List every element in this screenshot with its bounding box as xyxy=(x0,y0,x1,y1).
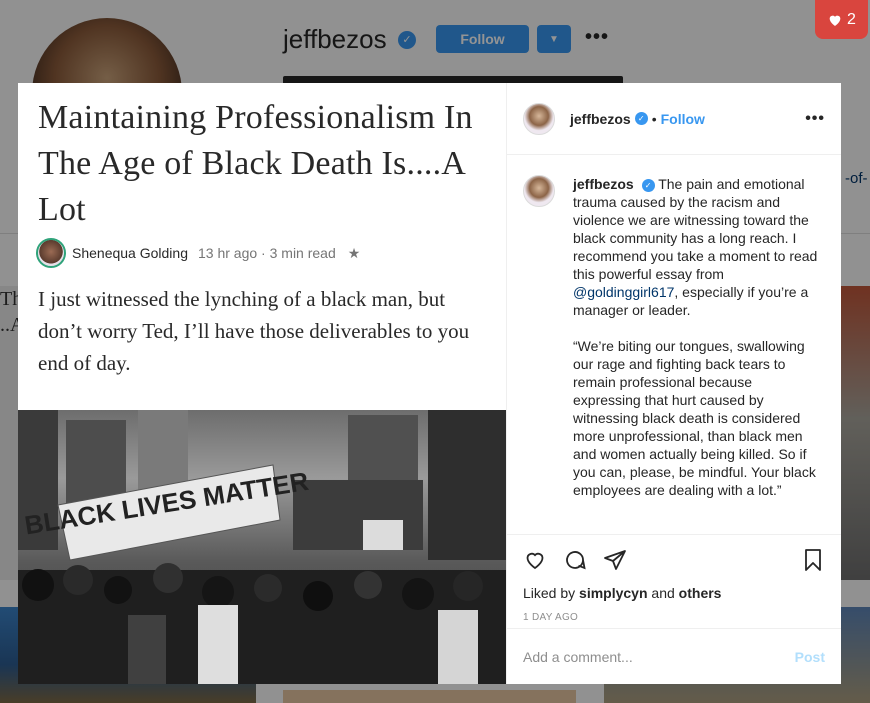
caption-quote: “We’re biting our tongues, swallowing ou… xyxy=(573,338,816,498)
like-notification-badge[interactable]: 2 xyxy=(815,0,868,39)
liked-by-others[interactable]: others xyxy=(679,585,722,601)
like-count: 2 xyxy=(847,10,856,28)
post-actions: Liked by simplycyn and others 1 DAY AGO xyxy=(507,534,841,623)
post-author-avatar[interactable] xyxy=(523,102,555,135)
liked-by: Liked by simplycyn and others xyxy=(523,585,825,601)
heart-icon[interactable] xyxy=(523,548,547,572)
share-icon[interactable] xyxy=(603,548,627,572)
more-options-icon[interactable]: ••• xyxy=(805,110,825,128)
protest-photo: BLACK LIVES MATTER xyxy=(18,410,506,684)
liked-by-user[interactable]: simplycyn xyxy=(579,585,647,601)
star-icon: ★ xyxy=(347,244,361,261)
mention-link[interactable]: @goldinggirl617 xyxy=(573,284,674,300)
author-avatar xyxy=(36,238,66,268)
article-body: I just witnessed the lynching of a black… xyxy=(38,287,470,375)
post-comment-button[interactable]: Post xyxy=(795,649,825,665)
post-header: jeffbezos ✓ • Follow ••• xyxy=(507,83,841,155)
comments-area[interactable]: jeffbezos ✓ The pain and emotional traum… xyxy=(507,163,841,534)
caption-text: jeffbezos ✓ The pain and emotional traum… xyxy=(573,175,818,499)
liked-by-prefix: Liked by xyxy=(523,585,576,601)
verified-badge-icon: ✓ xyxy=(641,178,655,192)
heart-icon xyxy=(829,15,841,26)
bookmark-icon[interactable] xyxy=(801,548,825,572)
caption-username[interactable]: jeffbezos xyxy=(573,176,634,192)
comment-input[interactable] xyxy=(523,648,795,665)
comment-form: Post xyxy=(507,628,841,684)
post-author-username[interactable]: jeffbezos xyxy=(570,111,631,127)
post-modal: Maintaining Professionalism In The Age o… xyxy=(18,83,841,684)
post-image[interactable]: Maintaining Professionalism In The Age o… xyxy=(18,83,506,684)
caption-author-avatar[interactable] xyxy=(523,175,555,207)
separator-dot: • xyxy=(651,110,657,127)
article-meta: 13 hr ago · 3 min read xyxy=(198,245,336,261)
author-name: Shenequa Golding xyxy=(72,245,188,261)
liked-by-and: and xyxy=(651,585,675,601)
post-timestamp[interactable]: 1 DAY AGO xyxy=(523,612,825,623)
article-title: Maintaining Professionalism In The Age o… xyxy=(38,99,473,228)
article-author-row: Shenequa Golding 13 hr ago · 3 min read … xyxy=(36,238,360,268)
action-icons xyxy=(523,545,825,575)
follow-button[interactable]: Follow xyxy=(661,111,705,127)
verified-badge-icon: ✓ xyxy=(634,112,648,125)
caption: jeffbezos ✓ The pain and emotional traum… xyxy=(523,175,825,499)
comment-icon[interactable] xyxy=(563,548,587,572)
post-sidebar: jeffbezos ✓ • Follow ••• jeffbezos ✓ The… xyxy=(506,83,841,684)
